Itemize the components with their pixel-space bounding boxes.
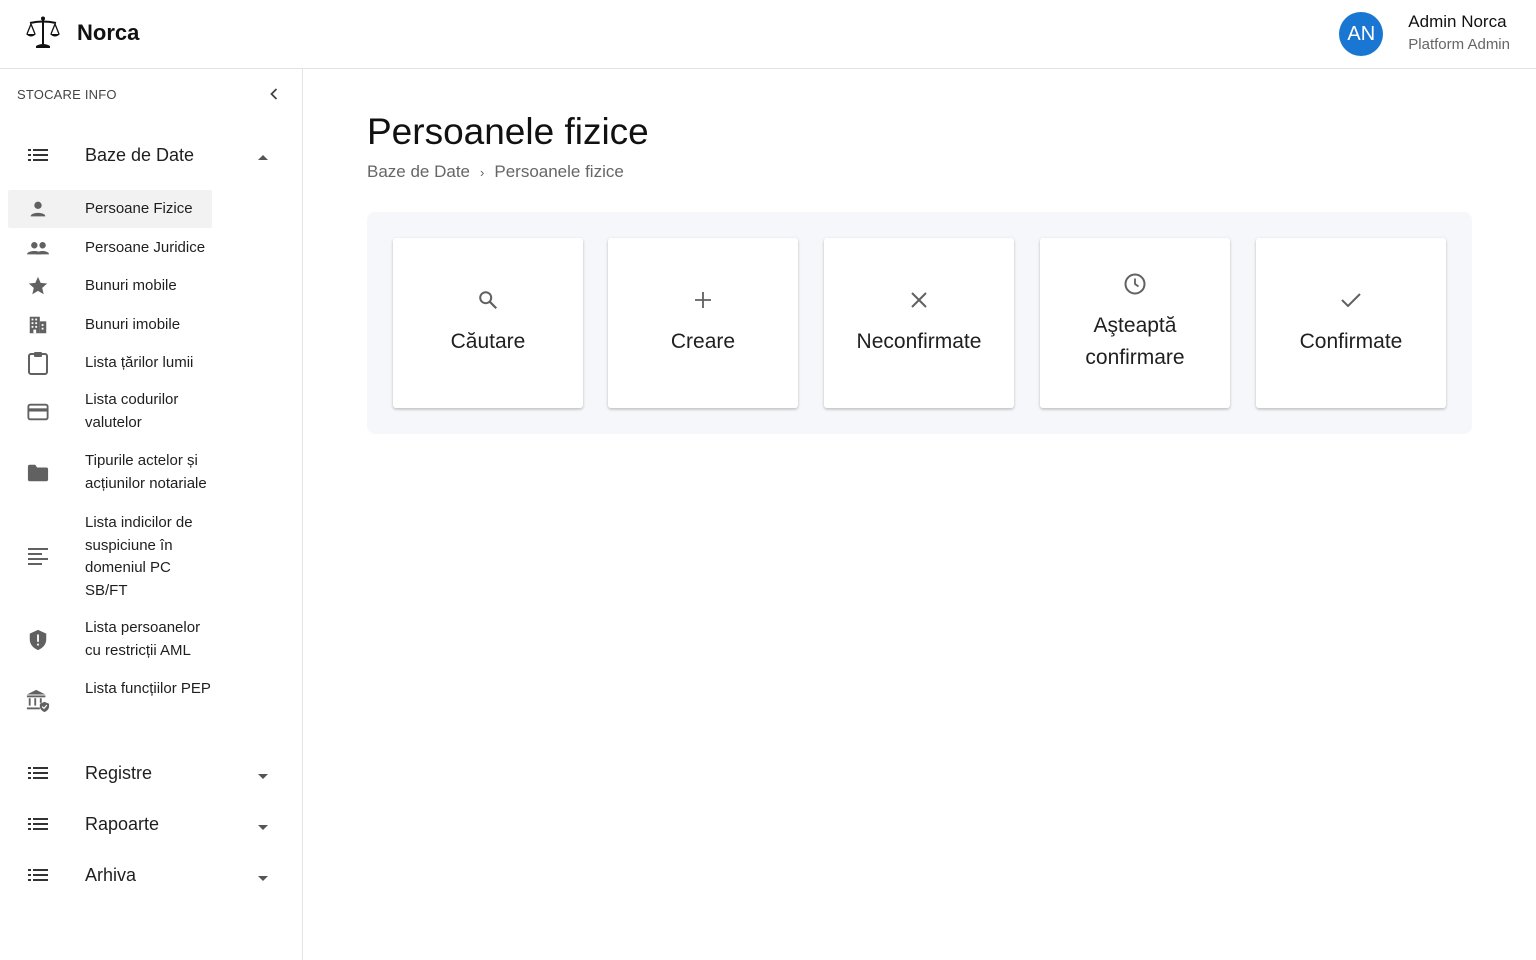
sidebar-section-baze-de-date[interactable]: Baze de Date [0, 133, 290, 177]
caret-down-icon [256, 819, 270, 830]
sidebar-item-indici-suspiciune[interactable]: Lista indicilor de suspiciune în domeniu… [8, 511, 212, 603]
unconfirmed-card-button[interactable]: Neconfirmate [824, 238, 1014, 408]
plus-icon [691, 288, 715, 312]
card-label: Creare [670, 330, 736, 353]
user-info: Admin Norca Platform Admin [1408, 11, 1510, 57]
card-label: Confirmate [1299, 330, 1403, 353]
sidebar-section-rapoarte[interactable]: Rapoarte [0, 802, 290, 846]
top-bar: Norca AN Admin Norca Platform Admin [0, 0, 1536, 69]
caret-up-icon [256, 150, 270, 160]
sidebar-item-label: Tipurile actelor și acțiunilor notariale [85, 452, 207, 492]
sidebar-item-label: Bunuri mobile [85, 277, 177, 294]
sidebar-item-coduri-valute[interactable]: Lista codurilor valutelor [8, 389, 212, 435]
sidebar-item-lista-tarilor[interactable]: Lista țărilor lumii [8, 344, 212, 382]
caret-down-icon [256, 768, 270, 779]
clock-icon [1123, 272, 1147, 296]
list-icon [27, 762, 49, 784]
person-icon [26, 197, 50, 221]
list-icon [27, 813, 49, 835]
section-label: Arhiva [85, 864, 137, 885]
check-icon [1339, 288, 1363, 312]
card-label: Căutare [450, 330, 526, 353]
section-label: Rapoarte [85, 813, 160, 834]
card-label: Aşteaptă confirmare [1085, 314, 1185, 369]
actions-panel: Căutare Creare Neconfirmate Aşteaptă con… [367, 212, 1472, 434]
sidebar-item-tipuri-acte[interactable]: Tipurile actelor și acțiunilor notariale [8, 450, 212, 496]
sidebar-item-label: Bunuri imobile [85, 316, 181, 333]
search-card-button[interactable]: Căutare [393, 238, 583, 408]
bank-shield-icon [26, 689, 50, 713]
list-icon [27, 864, 49, 886]
chevron-left-icon[interactable] [263, 83, 285, 105]
breadcrumb-current: Persoanele fizice [494, 162, 624, 181]
sidebar-item-functii-pep[interactable]: Lista funcțiilor PEP [8, 678, 212, 724]
sidebar-item-label: Lista codurilor valutelor [85, 391, 179, 431]
sidebar-section-registre[interactable]: Registre [0, 751, 290, 795]
credit-card-icon [26, 400, 50, 424]
close-icon [907, 288, 931, 312]
shield-alert-icon [26, 628, 50, 652]
sidebar-item-label: Lista indicilor de suspiciune în domeniu… [85, 514, 193, 599]
awaiting-confirmation-card-button[interactable]: Aşteaptă confirmare [1040, 238, 1230, 408]
sidebar-item-restrictii-aml[interactable]: Lista persoanelor cu restricții AML [8, 617, 212, 663]
sidebar-item-bunuri-mobile[interactable]: Bunuri mobile [8, 267, 212, 305]
sidebar-title: STOCARE INFO [17, 86, 117, 102]
create-card-button[interactable]: Creare [608, 238, 798, 408]
sidebar-item-bunuri-imobile[interactable]: Bunuri imobile [8, 306, 212, 344]
sidebar-item-label: Lista țărilor lumii [85, 354, 194, 371]
building-icon [26, 313, 50, 337]
sidebar: STOCARE INFO Baze de Date Persoane Fizic… [0, 69, 303, 960]
sidebar-section-arhiva[interactable]: Arhiva [0, 853, 290, 897]
sidebar-item-label: Lista persoanelor cu restricții AML [85, 619, 201, 659]
notes-icon [26, 545, 50, 569]
user-role: Platform Admin [1408, 36, 1510, 53]
sidebar-item-label: Lista funcțiilor PEP [85, 680, 211, 697]
app-name: Norca [77, 20, 140, 45]
confirmed-card-button[interactable]: Confirmate [1256, 238, 1446, 408]
breadcrumb: Baze de Date › Persoanele fizice [367, 162, 624, 182]
scales-logo-icon [24, 14, 62, 52]
sidebar-item-label: Persoane Fizice [85, 200, 193, 217]
user-menu[interactable]: AN Admin Norca Platform Admin [1339, 11, 1510, 57]
main-content: Persoanele fizice Baze de Date › Persoan… [303, 69, 1536, 960]
brand[interactable]: Norca [24, 14, 139, 52]
user-name: Admin Norca [1408, 12, 1507, 31]
sidebar-header: STOCARE INFO [17, 83, 285, 105]
breadcrumb-separator: › [480, 164, 485, 180]
section-label: Baze de Date [85, 144, 195, 165]
breadcrumb-baze-de-date[interactable]: Baze de Date [367, 162, 470, 182]
search-icon [476, 288, 500, 312]
sidebar-item-persoane-juridice[interactable]: Persoane Juridice [8, 229, 212, 267]
list-icon [27, 144, 49, 166]
sidebar-item-label: Persoane Juridice [85, 239, 206, 256]
people-icon [26, 236, 50, 260]
caret-down-icon [256, 870, 270, 881]
star-icon [26, 274, 50, 298]
clipboard-icon [26, 351, 50, 375]
sidebar-item-persoane-fizice[interactable]: Persoane Fizice [8, 190, 212, 228]
page-title: Persoanele fizice [367, 111, 649, 152]
section-label: Registre [85, 762, 153, 783]
folder-icon [26, 461, 50, 485]
card-label: Neconfirmate [856, 330, 982, 353]
avatar[interactable]: AN [1339, 12, 1384, 56]
